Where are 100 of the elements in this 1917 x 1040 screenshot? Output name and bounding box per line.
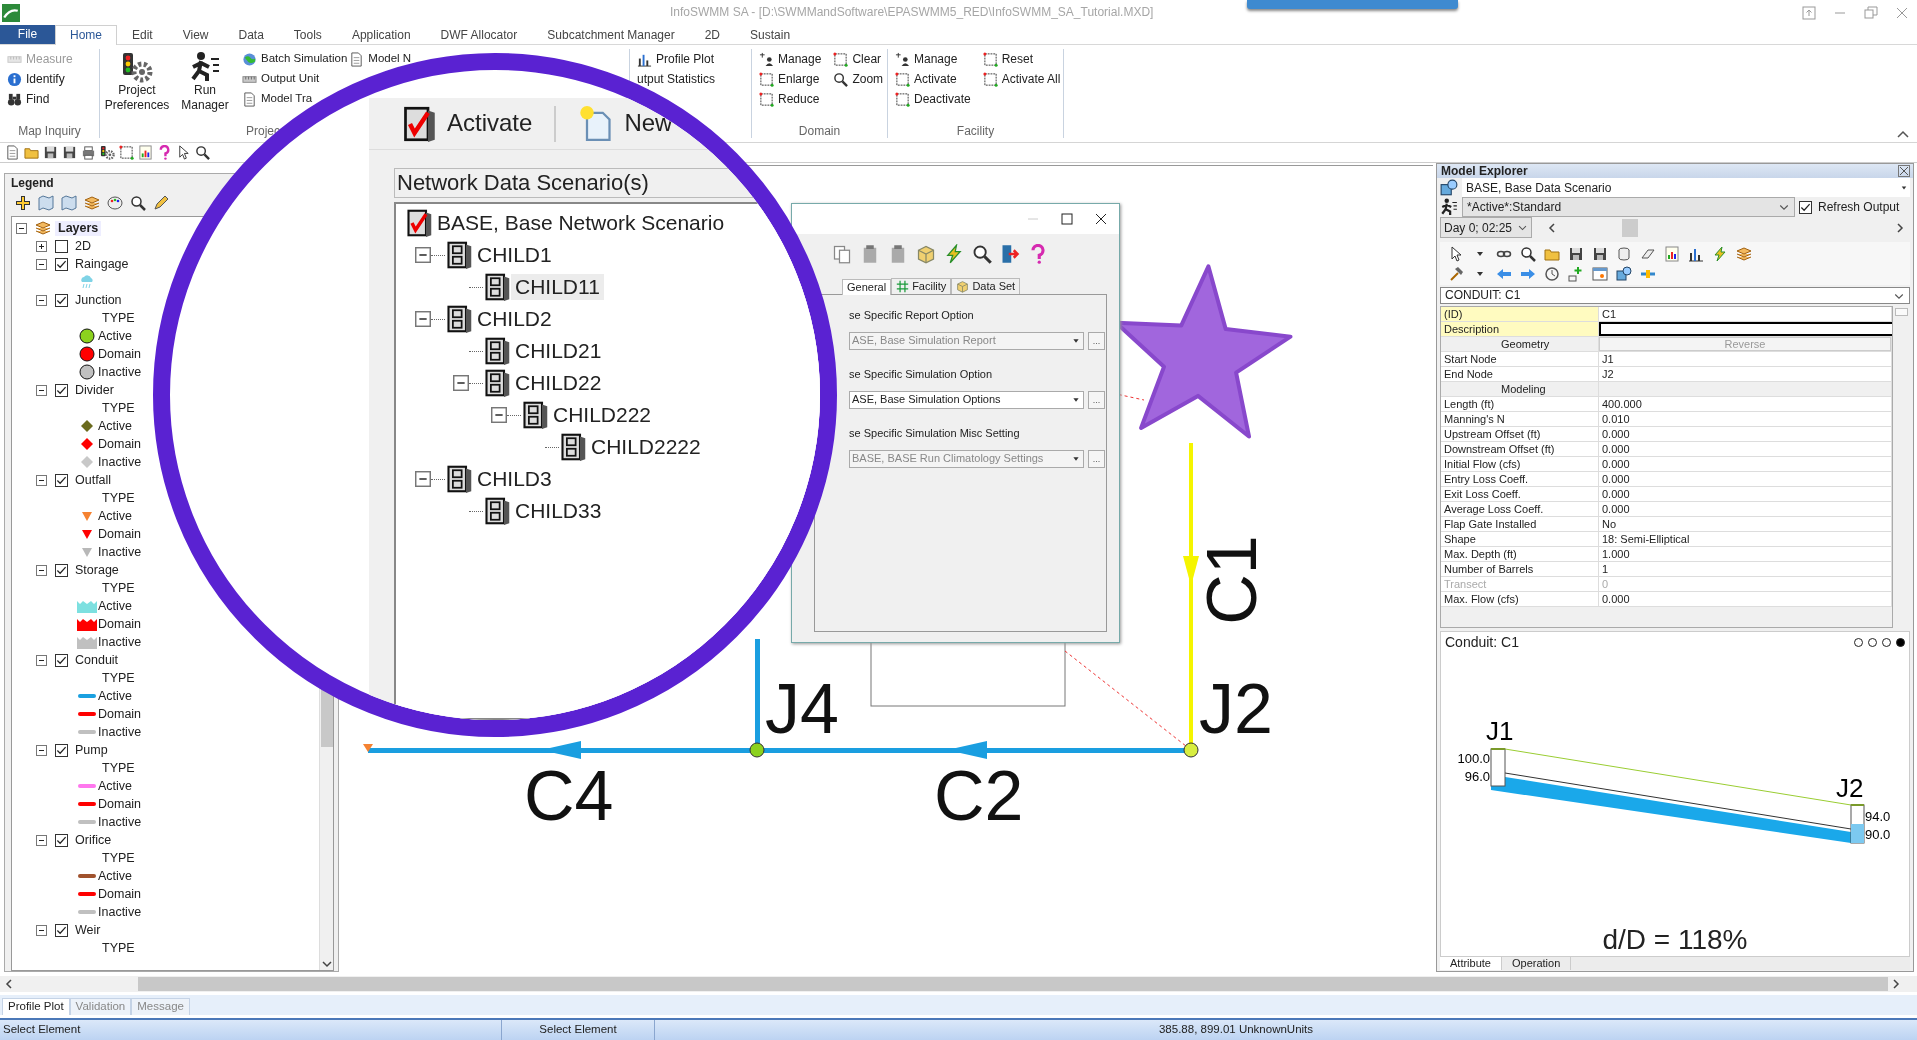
zoom-icon[interactable] <box>130 195 146 212</box>
toolbar-button[interactable]: New <box>578 105 673 142</box>
page-dot[interactable] <box>1882 637 1891 647</box>
dialog-tab[interactable]: Data Set <box>951 277 1021 294</box>
ribbon-button[interactable]: Find <box>4 89 76 109</box>
layer-checkbox[interactable] <box>55 257 68 271</box>
option-dropdown[interactable]: ASE, Base Simulation Options <box>849 391 1084 409</box>
pointer-icon[interactable] <box>1448 245 1464 262</box>
layer-checkbox[interactable] <box>55 239 68 253</box>
ribbon-button[interactable]: Clear <box>830 49 887 69</box>
ribbon-button[interactable]: Identify <box>4 69 76 89</box>
ribbon-tab[interactable]: Application <box>336 25 426 44</box>
ribbon-button[interactable]: Output Unit <box>240 69 350 89</box>
map-icon[interactable] <box>38 195 54 212</box>
collapse-icon[interactable] <box>36 834 47 846</box>
layers-icon[interactable] <box>1736 245 1752 262</box>
layer-checkbox[interactable] <box>55 473 68 487</box>
scenario-item[interactable]: CHILD22 <box>511 370 606 396</box>
scenario-item[interactable]: BASE, Base Network Scenario <box>433 210 729 236</box>
scenario-item[interactable]: CHILD222 <box>549 402 656 428</box>
ribbon-button[interactable]: Manage <box>756 49 825 69</box>
collapse-icon[interactable] <box>36 474 47 486</box>
collapse-icon[interactable] <box>1897 130 1909 138</box>
ribbon-button[interactable]: Enlarge <box>756 69 825 89</box>
layer-checkbox[interactable] <box>55 383 68 397</box>
collapse-icon[interactable] <box>415 247 431 263</box>
layer-checkbox[interactable] <box>55 923 68 937</box>
previous-icon[interactable] <box>1548 222 1556 233</box>
ribbon-tab[interactable]: Subcatchment Manager <box>532 25 690 44</box>
report-icon[interactable] <box>138 145 153 160</box>
refresh-output-checkbox[interactable]: Refresh Output <box>1799 200 1900 215</box>
layer-checkbox[interactable] <box>55 833 68 847</box>
map-icon[interactable] <box>61 195 77 212</box>
zoom-icon[interactable] <box>195 145 210 160</box>
package-icon[interactable] <box>916 244 936 264</box>
ribbon-tab[interactable]: Tools <box>278 25 337 44</box>
scroll-left-icon[interactable] <box>4 979 14 989</box>
dialog-tab[interactable]: Facility <box>891 277 952 294</box>
clock-icon[interactable] <box>1544 265 1560 282</box>
ribbon-button[interactable]: Model N <box>347 49 414 69</box>
ribbon-tab[interactable]: Home <box>55 25 117 45</box>
palette-icon[interactable] <box>107 195 123 212</box>
scenario-item[interactable]: CHILD1 <box>473 242 556 268</box>
layer-group-label[interactable]: Layers <box>55 220 102 236</box>
copy-icon[interactable] <box>832 244 852 264</box>
ribbon-button[interactable]: Reset <box>979 49 1064 69</box>
page-dot[interactable] <box>1868 637 1877 647</box>
scenario-item[interactable]: CHILD2 <box>473 306 556 332</box>
collapse-icon[interactable] <box>36 924 47 936</box>
zoom-icon[interactable] <box>1520 245 1536 262</box>
element-dropdown[interactable]: CONDUIT: C1 <box>1440 287 1910 304</box>
ribbon-button[interactable]: Activate All <box>979 69 1064 89</box>
cylinder-icon[interactable] <box>1616 245 1632 262</box>
exit-icon[interactable] <box>1000 244 1020 264</box>
collapse-icon[interactable] <box>16 222 27 234</box>
ribbon-button[interactable]: Deactivate <box>892 89 974 109</box>
ribbon-tab[interactable]: View <box>167 25 224 44</box>
save-icon[interactable] <box>1592 245 1608 262</box>
selection-icon[interactable] <box>119 145 134 160</box>
scroll-down-icon[interactable] <box>321 960 332 968</box>
save-icon[interactable] <box>43 145 58 160</box>
layer-checkbox[interactable] <box>55 653 68 667</box>
page-dot[interactable] <box>1854 637 1863 647</box>
pointer-icon[interactable] <box>176 145 191 160</box>
collapse-icon[interactable] <box>453 375 469 391</box>
scrollbar-thumb[interactable] <box>138 977 1888 991</box>
time-dropdown[interactable]: Day 0; 02:25 <box>1440 217 1532 239</box>
help-icon[interactable] <box>157 145 172 160</box>
browse-button[interactable]: ... <box>1088 391 1105 409</box>
scenario-item[interactable]: CHILD3 <box>473 466 556 492</box>
ribbon-button[interactable]: utput Statistics <box>634 69 719 89</box>
ribbon-button[interactable]: Batch Simulation <box>240 49 350 69</box>
ribbon-tab[interactable]: Edit <box>117 25 168 44</box>
collapse-icon[interactable] <box>36 654 47 666</box>
scenario-item[interactable]: CHILD2222 <box>587 434 705 460</box>
maximize-icon[interactable] <box>1061 213 1073 225</box>
collapse-icon[interactable] <box>36 744 47 756</box>
layer-checkbox[interactable] <box>55 743 68 757</box>
scenario-item[interactable]: CHILD21 <box>511 338 606 364</box>
add-icon[interactable] <box>15 195 31 212</box>
ribbon-tab[interactable]: 2D <box>689 25 736 44</box>
ribbon-tab[interactable]: Sustain <box>735 25 806 44</box>
save-icon[interactable] <box>1568 245 1584 262</box>
ribbon-button[interactable]: Zoom <box>830 69 887 89</box>
layers-icon[interactable] <box>84 195 100 212</box>
panel-tab[interactable]: Attribute <box>1440 957 1502 971</box>
lightning-icon[interactable] <box>944 244 964 264</box>
collapse-icon[interactable] <box>491 407 507 423</box>
collapse-icon[interactable] <box>36 384 47 396</box>
ribbon-button[interactable]: Reduce <box>756 89 825 109</box>
scenario-item[interactable]: CHILD11 <box>511 274 604 300</box>
app-logo-icon[interactable] <box>2 3 20 22</box>
hammer-icon[interactable] <box>1448 265 1464 282</box>
shapes-icon[interactable] <box>1440 178 1458 197</box>
ribbon-button[interactable]: Run Manager <box>172 49 238 124</box>
ribbon-button[interactable]: Project Preferences <box>104 49 170 124</box>
layer-checkbox[interactable] <box>55 563 68 577</box>
dialog-tab[interactable]: General <box>842 278 892 295</box>
zoom-icon[interactable] <box>972 244 992 264</box>
collapse-icon[interactable] <box>415 471 431 487</box>
